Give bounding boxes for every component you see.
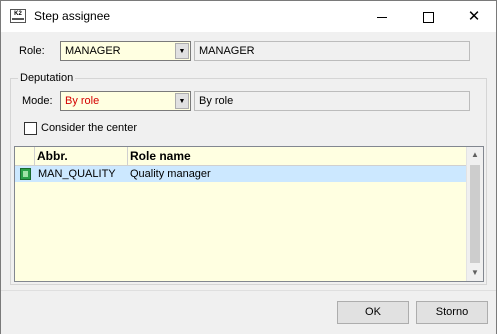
- maximize-icon: [422, 11, 434, 23]
- mode-display-value: By role: [199, 95, 234, 107]
- close-button[interactable]: ✕: [451, 1, 497, 32]
- mode-combobox[interactable]: By role ▼: [60, 91, 191, 111]
- mode-combobox-value: By role: [65, 95, 100, 107]
- title-bar[interactable]: K2 Step assignee ✕: [1, 1, 496, 32]
- deputation-group-title: Deputation: [18, 72, 76, 84]
- role-combobox-value: MANAGER: [65, 45, 121, 57]
- dialog-window: K2 Step assignee ✕ Role: MANAGER ▼ MANAG…: [0, 0, 497, 334]
- role-combobox[interactable]: MANAGER ▼: [60, 41, 191, 61]
- chevron-down-icon[interactable]: ▼: [175, 43, 189, 59]
- scroll-down-icon[interactable]: ▼: [467, 265, 483, 281]
- chevron-down-icon[interactable]: ▼: [175, 93, 189, 109]
- ok-button[interactable]: OK: [337, 301, 409, 324]
- role-row-icon: [20, 168, 31, 180]
- role-display-field: MANAGER: [194, 41, 470, 61]
- grid-header: Abbr. Role name: [15, 147, 467, 166]
- role-label: Role:: [19, 45, 45, 57]
- consider-center-checkbox[interactable]: [24, 122, 37, 135]
- storno-button[interactable]: Storno: [416, 301, 488, 324]
- minimize-button[interactable]: [359, 1, 405, 32]
- role-display-value: MANAGER: [199, 45, 255, 57]
- column-header-role-name[interactable]: Role name: [127, 148, 327, 164]
- app-icon: K2: [10, 9, 26, 23]
- column-separator: [34, 147, 35, 165]
- scroll-up-icon[interactable]: ▲: [467, 147, 483, 163]
- roles-grid[interactable]: Abbr. Role name MAN_QUALITY Quality mana…: [14, 146, 484, 282]
- grid-vertical-scrollbar[interactable]: ▲ ▼: [466, 147, 483, 281]
- consider-center-label[interactable]: Consider the center: [41, 122, 137, 134]
- cell-role-name: Quality manager: [130, 168, 211, 180]
- mode-label: Mode:: [22, 95, 53, 107]
- minimize-icon: [377, 16, 387, 18]
- mode-display-field: By role: [194, 91, 470, 111]
- column-header-abbr[interactable]: Abbr.: [34, 148, 126, 164]
- cell-abbr: MAN_QUALITY: [38, 168, 116, 180]
- window-title: Step assignee: [34, 9, 111, 23]
- dialog-footer: OK Storno: [1, 290, 496, 334]
- maximize-button[interactable]: [405, 1, 451, 32]
- table-row[interactable]: MAN_QUALITY Quality manager: [15, 166, 467, 182]
- close-icon: ✕: [467, 8, 481, 25]
- scrollbar-thumb[interactable]: [470, 165, 480, 263]
